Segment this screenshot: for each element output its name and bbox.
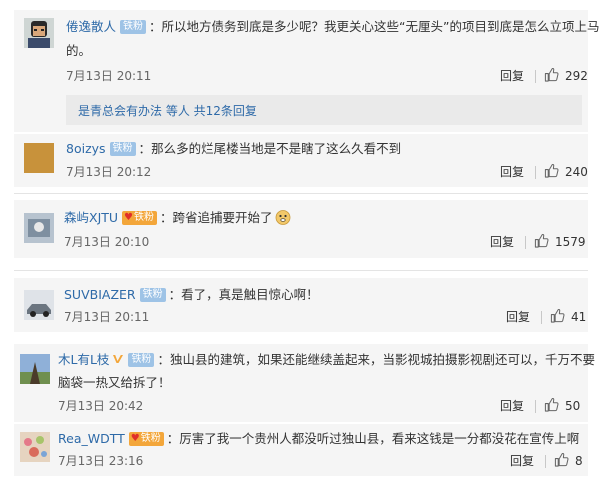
comment-body: 那么多的烂尾楼当地是不是瞎了这么久看不到 — [151, 141, 402, 156]
avatar[interactable] — [20, 432, 50, 462]
colon: ： — [166, 431, 180, 446]
colon: ： — [168, 287, 182, 302]
avatar[interactable] — [24, 290, 54, 320]
like-count: 41 — [571, 310, 587, 324]
comment-text-continued: 的。 — [66, 43, 92, 58]
like-count: 292 — [565, 69, 588, 83]
comment-body: 所以地方债务到底是多少呢？我更关心这些“无厘头”的项目到底是怎么立项上马 — [161, 19, 600, 34]
v-verified-icon — [113, 355, 124, 363]
comment-body: 厉害了我一个贵州人都没听过独山县，看来这钱是一分都没花在宣传上啊 — [179, 431, 580, 446]
comment-text: 森屿XJTU ♥铁粉 ：跨省追捕要开始了 — [64, 208, 291, 228]
comment-text: 倦逸散人 铁粉 ：所以地方债务到底是多少呢？我更关心这些“无厘头”的项目到底是怎么立… — [66, 17, 600, 37]
divider — [545, 455, 546, 468]
avatar[interactable] — [24, 18, 54, 48]
like-count: 8 — [575, 454, 583, 468]
colon: ： — [138, 141, 152, 156]
fan-badge[interactable]: 铁粉 — [109, 142, 136, 156]
colon: ： — [160, 210, 173, 225]
comment-card: 倦逸散人 铁粉 ：所以地方债务到底是多少呢？我更关心这些“无厘头”的项目到底是怎么立… — [14, 10, 600, 132]
reply-button[interactable]: 回复 — [506, 309, 530, 325]
timestamp[interactable]: 7月13日 20:12 — [66, 164, 151, 180]
username[interactable]: SUVBIAZER — [64, 287, 136, 302]
comment-text: 8oizys 铁粉 ：那么多的烂尾楼当地是不是瞎了这么久看不到 — [66, 139, 401, 159]
thumbs-up-icon[interactable] — [544, 67, 559, 82]
like-count: 240 — [565, 165, 588, 179]
username[interactable]: 倦逸散人 — [66, 19, 116, 34]
fan-badge[interactable]: 铁粉 — [120, 20, 147, 34]
thumbs-up-icon[interactable] — [550, 308, 565, 323]
comment-body: 跨省追捕要开始了 — [172, 210, 273, 225]
divider — [535, 166, 536, 179]
username[interactable]: 木L有L枝 — [58, 352, 109, 367]
divider — [541, 311, 542, 324]
comment-card: 8oizys 铁粉 ：那么多的烂尾楼当地是不是瞎了这么久看不到 7月13日 20:1… — [14, 134, 588, 187]
section-divider — [14, 193, 588, 194]
timestamp[interactable]: 7月13日 20:42 — [58, 398, 143, 414]
reply-button[interactable]: 回复 — [500, 68, 524, 84]
comment-card: SUVBIAZER 铁粉 ：看了，真是触目惊心啊！ 7月13日 20:11 回复 4… — [14, 278, 588, 332]
username[interactable]: 8oizys — [66, 141, 106, 156]
divider — [535, 70, 536, 83]
sub-replies-link[interactable]: 是青总会有办法 等人 共12条回复 — [78, 102, 257, 119]
reply-button[interactable]: 回复 — [510, 453, 534, 469]
sub-reply-user[interactable]: 是青总会有办法 — [78, 104, 162, 118]
timestamp[interactable]: 7月13日 23:16 — [58, 453, 143, 469]
fan-badge[interactable]: ♥铁粉 — [128, 432, 164, 446]
avatar[interactable] — [24, 143, 54, 173]
thumbs-up-icon[interactable] — [544, 397, 559, 412]
fan-badge-label: 铁粉 — [134, 212, 155, 223]
reply-button[interactable]: 回复 — [500, 398, 524, 414]
comment-text-continued: 脑袋一热又给拆了！ — [58, 375, 171, 390]
username[interactable]: 森屿XJTU — [64, 210, 118, 225]
fan-badge[interactable]: 铁粉 — [139, 288, 166, 302]
timestamp[interactable]: 7月13日 20:11 — [64, 309, 149, 325]
avatar[interactable] — [24, 213, 54, 243]
timestamp[interactable]: 7月13日 20:11 — [66, 68, 151, 84]
divider — [535, 400, 536, 413]
heart-icon: ♥ — [124, 212, 134, 223]
divider — [525, 236, 526, 249]
comment-text: SUVBIAZER 铁粉 ：看了，真是触目惊心啊！ — [64, 285, 319, 305]
sub-reply-count[interactable]: 等人 共12条回复 — [166, 104, 257, 118]
sub-replies-box[interactable]: 是青总会有办法 等人 共12条回复 — [66, 95, 582, 125]
fan-badge-label: 铁粉 — [140, 433, 161, 444]
heart-icon: ♥ — [130, 433, 140, 444]
doge-emoji-icon — [275, 210, 290, 225]
section-divider — [14, 270, 588, 271]
username[interactable]: Rea_WDTT — [58, 431, 125, 446]
colon: ： — [149, 19, 162, 34]
avatar[interactable] — [20, 354, 50, 384]
fan-badge[interactable]: 铁粉 — [128, 353, 155, 367]
thumbs-up-icon[interactable] — [544, 163, 559, 178]
fan-badge[interactable]: ♥铁粉 — [122, 211, 158, 225]
comment-body: 独山县的建筑，如果还能继续盖起来，当影视城拍摄影视剧还可以，千万不要 — [169, 352, 595, 367]
reply-button[interactable]: 回复 — [500, 164, 524, 180]
timestamp[interactable]: 7月13日 20:10 — [64, 234, 149, 250]
thumbs-up-icon[interactable] — [534, 233, 549, 248]
comment-body: 看了，真是触目惊心啊！ — [181, 287, 319, 302]
thumbs-up-icon[interactable] — [554, 452, 569, 467]
reply-button[interactable]: 回复 — [490, 234, 514, 250]
comment-card: 森屿XJTU ♥铁粉 ：跨省追捕要开始了 7月13日 20:10 回复 1579 — [14, 200, 588, 258]
colon: ： — [157, 352, 170, 367]
comment-card: Rea_WDTT ♥铁粉 ：厉害了我一个贵州人都没听过独山县，看来这钱是一分都没花在… — [14, 424, 588, 476]
comment-text: Rea_WDTT ♥铁粉 ：厉害了我一个贵州人都没听过独山县，看来这钱是一分都没花在… — [58, 429, 579, 449]
like-count: 50 — [565, 399, 581, 413]
comment-card: 木L有L枝 铁粉 ：独山县的建筑，如果还能继续盖起来，当影视城拍摄影视剧还可以，千万… — [14, 344, 595, 422]
comment-text: 木L有L枝 铁粉 ：独山县的建筑，如果还能继续盖起来，当影视城拍摄影视剧还可以，千万… — [58, 350, 595, 370]
like-count: 1579 — [555, 235, 586, 249]
